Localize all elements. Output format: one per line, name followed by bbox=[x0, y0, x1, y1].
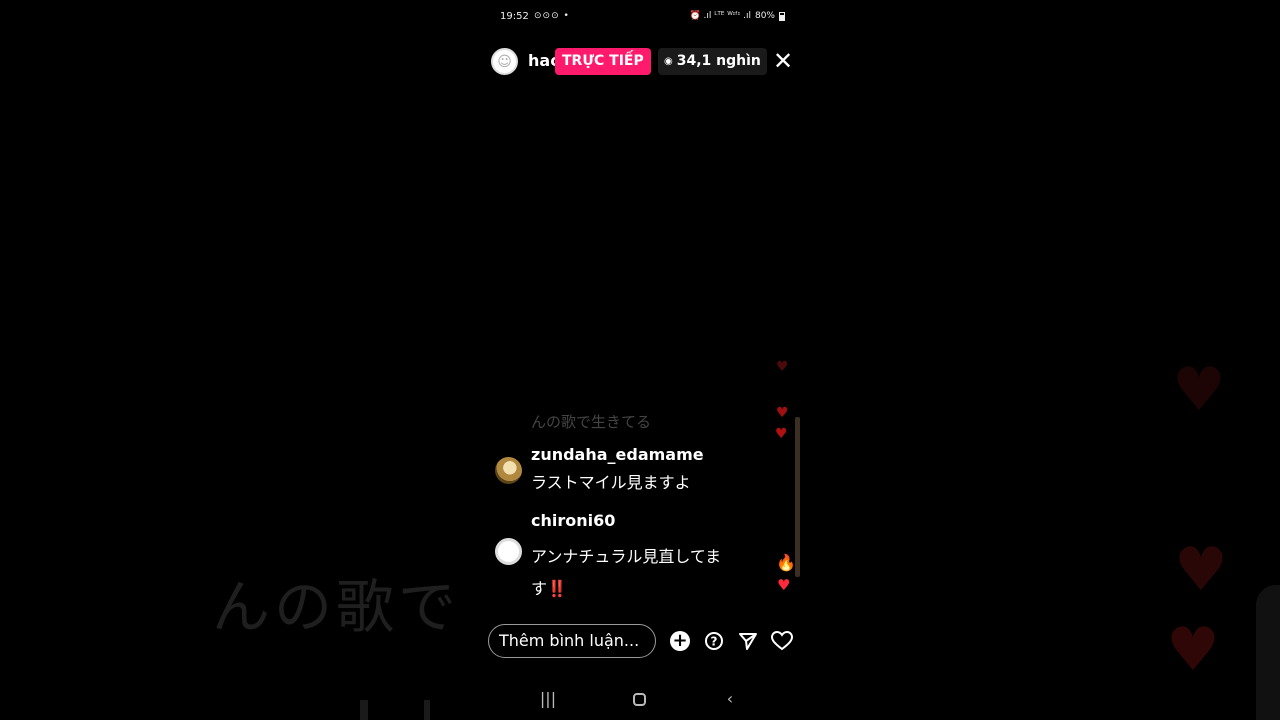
close-icon[interactable]: ✕ bbox=[771, 48, 795, 75]
comment-input[interactable]: Thêm bình luận... bbox=[488, 624, 656, 658]
viewer-count-badge[interactable]: ◉ 34,1 nghìn bbox=[658, 48, 767, 75]
signal-icons: ⏰ .ıl ᴸᵀᴱ ᵂᶦᶠᶦ .ıl bbox=[689, 11, 751, 21]
battery-icon bbox=[779, 11, 785, 21]
background-ghost-mark bbox=[360, 700, 368, 720]
comment-text: ラストマイル見ますよ bbox=[531, 473, 691, 492]
background-ghost-text: んの歌で bbox=[212, 573, 461, 641]
bottom-action-bar: Thêm bình luận... + ? bbox=[488, 624, 798, 658]
fire-icon: 🔥 bbox=[776, 553, 796, 572]
floating-heart-icon: ♥ bbox=[776, 359, 789, 375]
live-badge: TRỰC TIẾP bbox=[555, 48, 651, 75]
commenter-name[interactable]: chironi60 bbox=[531, 511, 615, 530]
comment-feed[interactable]: んの歌で生きてる zundaha_edamame ラストマイル見ますよ chir… bbox=[495, 405, 755, 605]
background-heart-icon: ♥ bbox=[1174, 535, 1228, 605]
live-top-bar: ☺ hac TRỰC TIẾP ◉ 34,1 nghìn ✕ bbox=[491, 46, 793, 76]
phone-screen: 19:52 ⊙⊙⊙ • ⏰ .ıl ᴸᵀᴱ ᵂᶦᶠᶦ .ıl 80% ☺ hac… bbox=[485, 0, 800, 720]
viewer-count: 34,1 nghìn bbox=[676, 53, 761, 69]
send-icon[interactable] bbox=[736, 629, 760, 653]
floating-heart-icon: ♥ bbox=[777, 576, 791, 594]
floating-heart-icon: ♥ bbox=[776, 405, 789, 421]
svg-text:?: ? bbox=[711, 635, 718, 649]
recent-apps-icon[interactable]: ||| bbox=[533, 688, 563, 710]
heart-icon[interactable] bbox=[770, 629, 794, 653]
plus-icon[interactable]: + bbox=[668, 629, 692, 653]
background-edge-shape bbox=[1256, 585, 1280, 720]
background-ghost-mark bbox=[424, 700, 430, 720]
battery-level: 80% bbox=[754, 11, 775, 21]
notification-icons: ⊙⊙⊙ • bbox=[534, 11, 570, 21]
question-icon[interactable]: ? bbox=[702, 629, 726, 653]
commenter-avatar[interactable] bbox=[495, 457, 522, 484]
faded-comment: んの歌で生きてる bbox=[531, 413, 652, 431]
host-username[interactable]: hac bbox=[528, 51, 558, 70]
system-nav-bar: ||| ‹ bbox=[485, 688, 800, 710]
status-right-group: ⏰ .ıl ᴸᵀᴱ ᵂᶦᶠᶦ .ıl 80% bbox=[689, 11, 785, 21]
home-icon[interactable] bbox=[624, 688, 654, 710]
commenter-name[interactable]: zundaha_edamame bbox=[531, 445, 704, 464]
comment-text-wrapper: アンナチュラル見直してます‼️ bbox=[531, 541, 751, 605]
eye-icon: ◉ bbox=[664, 56, 673, 67]
status-bar: 19:52 ⊙⊙⊙ • ⏰ .ıl ᴸᵀᴱ ᵂᶦᶠᶦ .ıl 80% bbox=[500, 10, 785, 26]
back-icon[interactable]: ‹ bbox=[715, 688, 745, 710]
background-heart-icon: ♥ bbox=[1172, 355, 1226, 425]
user-avatar-icon[interactable]: ☺ bbox=[491, 48, 518, 75]
background-heart-icon: ♥ bbox=[1166, 615, 1220, 685]
status-time: 19:52 bbox=[500, 11, 529, 22]
floating-heart-icon: ♥ bbox=[775, 426, 788, 442]
commenter-avatar[interactable] bbox=[495, 538, 522, 565]
double-exclamation-emoji: ‼️ bbox=[547, 579, 567, 598]
